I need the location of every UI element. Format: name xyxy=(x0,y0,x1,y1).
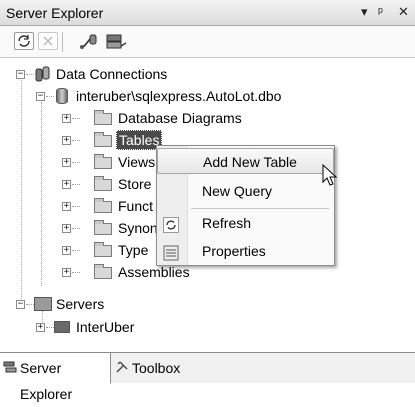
expand-icon[interactable]: + xyxy=(62,180,71,189)
expand-icon[interactable]: + xyxy=(62,114,71,123)
panel-title-bar: Server Explorer ▾ ᵖ ✕ xyxy=(0,0,415,26)
pin-icon[interactable]: ᵖ xyxy=(378,4,383,19)
toolbar-separator xyxy=(62,32,63,52)
menu-item-properties[interactable]: Properties xyxy=(157,238,334,264)
connect-to-database-icon xyxy=(80,34,97,49)
expand-icon[interactable]: + xyxy=(62,158,71,167)
stop-refresh-button[interactable] xyxy=(38,32,58,50)
folder-icon xyxy=(94,198,112,213)
tree-node-interuber[interactable]: + InterUber xyxy=(0,316,415,338)
menu-separator xyxy=(191,208,329,209)
data-connections-icon xyxy=(34,66,52,82)
folder-icon xyxy=(94,242,112,257)
dropdown-icon[interactable]: ▾ xyxy=(361,4,368,20)
tree-node-label: Data Connections xyxy=(56,66,168,82)
collapse-icon[interactable]: − xyxy=(16,300,25,309)
close-icon[interactable]: ✕ xyxy=(398,4,409,20)
expand-icon[interactable]: + xyxy=(62,246,71,255)
tab-server-explorer[interactable]: Server Explorer xyxy=(0,353,111,402)
properties-icon xyxy=(163,243,179,261)
context-menu: Add New Table New Query Refresh Properti… xyxy=(156,145,335,266)
tree-node-label: InterUber xyxy=(76,319,135,335)
database-icon xyxy=(56,88,68,104)
folder-icon xyxy=(94,264,112,279)
refresh-icon xyxy=(18,35,30,47)
panel-title: Server Explorer xyxy=(6,5,104,21)
tree-node-data-connections[interactable]: − Data Connections xyxy=(0,63,415,85)
tree-node-label: Type xyxy=(118,242,149,258)
connect-to-server-icon xyxy=(106,34,127,49)
mouse-cursor-icon xyxy=(322,164,338,186)
expand-icon[interactable]: + xyxy=(62,268,71,277)
connect-to-server-button[interactable] xyxy=(104,32,128,52)
tree-node-label: Funct xyxy=(118,198,154,214)
folder-icon xyxy=(94,110,112,125)
tree-node-label: interuber\sqlexpress.AutoLot.dbo xyxy=(76,88,282,104)
servers-icon xyxy=(34,297,52,311)
bottom-tab-strip: Server Explorer Toolbox xyxy=(0,352,415,402)
folder-icon xyxy=(94,176,112,191)
toolbox-icon xyxy=(116,361,128,373)
tree-node-connection[interactable]: − interuber\sqlexpress.AutoLot.dbo xyxy=(0,85,415,107)
folder-icon xyxy=(94,220,112,235)
expand-icon[interactable]: + xyxy=(62,224,71,233)
stop-refresh-icon xyxy=(43,36,53,46)
folder-icon xyxy=(94,154,112,169)
menu-item-new-query[interactable]: New Query xyxy=(157,178,334,204)
tree-node-label: Views xyxy=(118,154,156,170)
expand-icon[interactable]: + xyxy=(36,323,45,332)
server-explorer-icon xyxy=(3,361,17,373)
toolbar xyxy=(0,26,415,58)
expand-icon[interactable]: + xyxy=(62,202,71,211)
tree-node-servers[interactable]: − Servers xyxy=(0,293,415,315)
menu-item-refresh[interactable]: Refresh xyxy=(157,210,334,236)
tree-node-label: Store xyxy=(118,176,152,192)
collapse-icon[interactable]: − xyxy=(36,92,45,101)
refresh-icon xyxy=(163,215,179,233)
tab-toolbox[interactable]: Toolbox xyxy=(112,353,212,383)
tree-node-label: Database Diagrams xyxy=(118,110,242,126)
tree-node-database-diagrams[interactable]: + Database Diagrams xyxy=(0,107,415,129)
folder-icon xyxy=(94,132,112,147)
tree-node-label: Servers xyxy=(56,296,105,312)
tree-node-label: Synon xyxy=(118,220,158,236)
server-icon xyxy=(54,321,70,333)
connect-to-database-button[interactable] xyxy=(78,32,100,52)
refresh-button[interactable] xyxy=(14,32,34,50)
expand-icon[interactable]: + xyxy=(62,136,71,145)
collapse-icon[interactable]: − xyxy=(16,70,25,79)
menu-item-add-new-table[interactable]: Add New Table xyxy=(157,148,334,174)
